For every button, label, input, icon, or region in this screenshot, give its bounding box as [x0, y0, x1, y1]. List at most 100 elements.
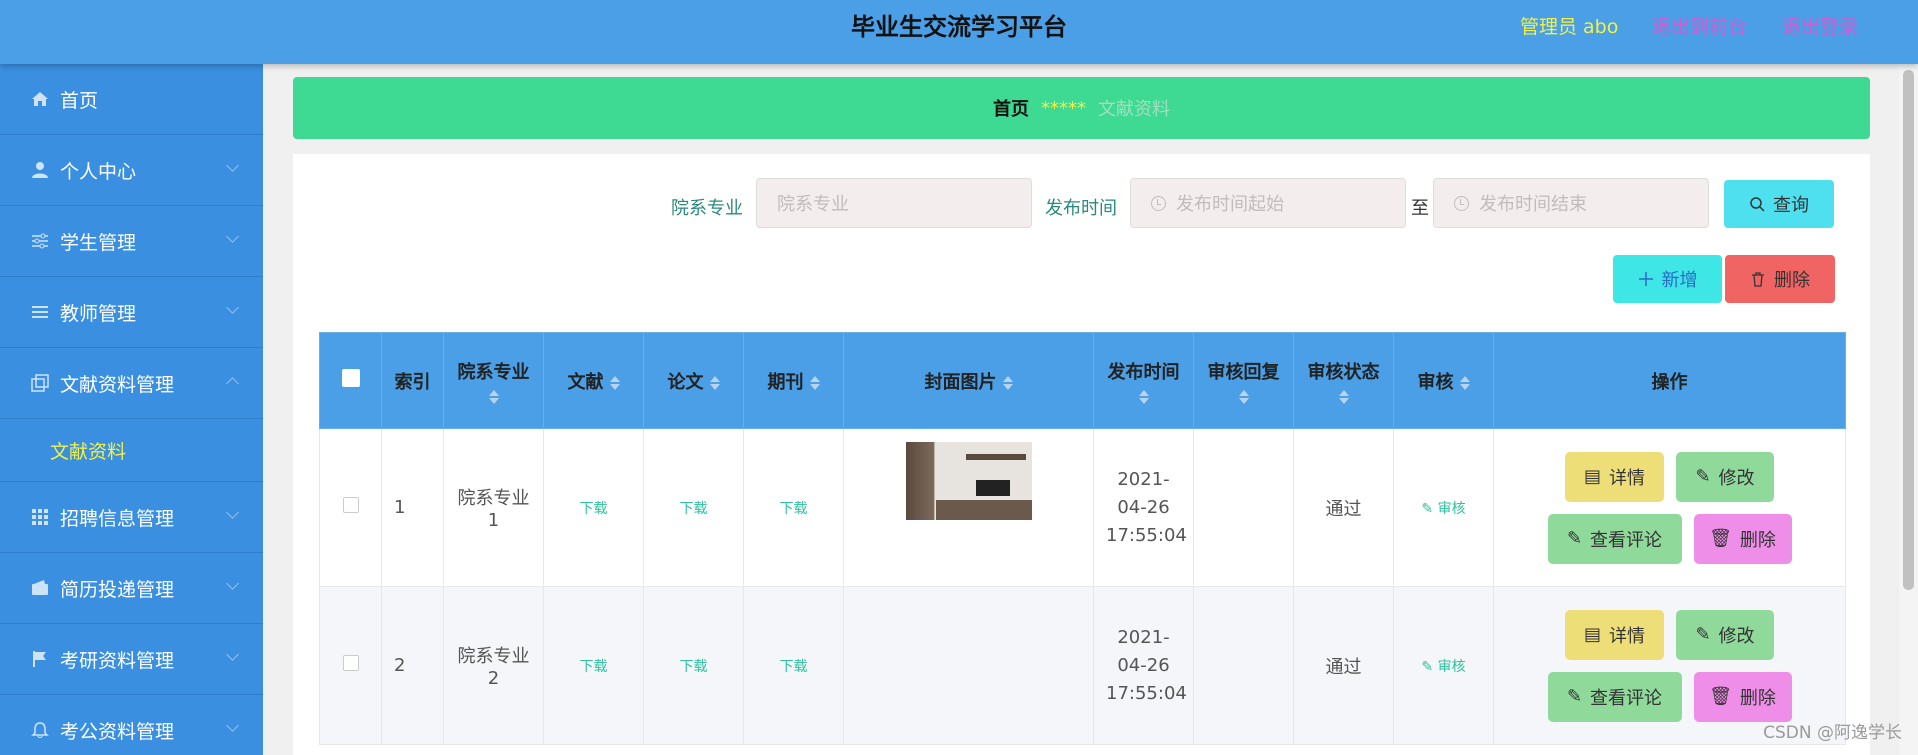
column-header-major[interactable]: 院系专业	[443, 332, 544, 429]
sort-icon[interactable]	[1138, 389, 1149, 404]
audit-link[interactable]: ✎ 审核	[1421, 501, 1465, 517]
sidebar-item-postgrad-mgmt[interactable]: 考研资料管理	[0, 624, 263, 695]
audit-reply-cell	[1193, 428, 1294, 587]
trash-icon: 🗑	[1709, 686, 1732, 707]
paper-cell: 下载	[643, 586, 744, 745]
publish-time-cell: 2021-04-26 17:55:04	[1093, 586, 1194, 745]
query-button[interactable]: 查询	[1724, 180, 1834, 228]
page-scrollbar[interactable]	[1899, 64, 1918, 755]
watermark: CSDN @阿逸学长	[1763, 723, 1902, 743]
sort-icon[interactable]	[1459, 375, 1470, 390]
home-icon	[30, 89, 50, 109]
sidebar-item-label: 个人中心	[60, 160, 137, 183]
sort-icon[interactable]	[1002, 375, 1013, 390]
sidebar-item-recruit-mgmt[interactable]: 招聘信息管理	[0, 482, 263, 553]
sort-icon[interactable]	[488, 389, 499, 404]
download-link[interactable]: 下载	[580, 501, 608, 517]
major-cell: 院系专业1	[443, 428, 544, 587]
audit-reply-cell	[1193, 586, 1294, 745]
detail-button[interactable]: ▤ 详情	[1565, 451, 1664, 502]
download-link[interactable]: 下载	[680, 501, 708, 517]
batch-delete-button[interactable]: 删除	[1725, 255, 1835, 303]
ops-cell: ▤ 详情 ✎ 修改 ✎ 查看评论 🗑 删除	[1493, 428, 1846, 587]
delete-row-button[interactable]: 🗑 删除	[1693, 513, 1792, 564]
row-checkbox[interactable]	[342, 655, 359, 671]
sort-icon[interactable]	[1338, 389, 1349, 404]
sidebar-item-label: 教师管理	[60, 302, 137, 325]
wallet-icon	[30, 578, 50, 598]
column-header-audit[interactable]: 审核	[1393, 332, 1494, 429]
scrollbar-thumb[interactable]	[1903, 70, 1914, 590]
column-header-journal[interactable]: 期刊	[743, 332, 844, 429]
sort-icon[interactable]	[809, 375, 820, 390]
column-header-label: 审核回复	[1207, 361, 1280, 383]
row-checkbox[interactable]	[342, 497, 359, 513]
edit-button[interactable]: ✎ 修改	[1676, 609, 1774, 660]
logout-link[interactable]: 退出登录	[1782, 0, 1858, 54]
column-header-label: 院系专业	[457, 361, 530, 383]
trash-icon	[1752, 272, 1764, 287]
download-link[interactable]: 下载	[780, 659, 808, 675]
column-header-label: 操作	[1651, 371, 1688, 393]
sliders-icon	[30, 231, 50, 251]
delete-row-button[interactable]: 🗑 删除	[1693, 671, 1792, 722]
publish-time-start-placeholder: 发布时间起始	[1176, 194, 1284, 215]
admin-user-label: 管理员 abo	[1520, 16, 1619, 38]
sidebar-item-label: 文献资料管理	[60, 373, 175, 396]
audit-link[interactable]: ✎ 审核	[1421, 659, 1465, 675]
delete-row-button-label: 删除	[1739, 529, 1776, 551]
sidebar-item-student-mgmt[interactable]: 学生管理	[0, 206, 263, 277]
sort-icon[interactable]	[1238, 389, 1249, 404]
sort-icon[interactable]	[609, 375, 620, 390]
column-header-publish-time[interactable]: 发布时间	[1093, 332, 1194, 429]
download-link[interactable]: 下载	[580, 659, 608, 675]
add-button[interactable]: 新增	[1613, 255, 1722, 303]
column-header-cover[interactable]: 封面图片	[843, 332, 1094, 429]
column-header-audit-reply[interactable]: 审核回复	[1193, 332, 1294, 429]
sidebar-item-civil-exam-mgmt[interactable]: 考公资料管理	[0, 695, 263, 755]
sidebar-subitem-literature[interactable]: 文献资料	[0, 419, 263, 482]
literature-table: 索引 院系专业 文献 论文 期刊 封面图片 发布时间 审核回复 审核状态 审核 …	[319, 332, 1846, 745]
edit-button-label: 修改	[1718, 625, 1755, 647]
clock-icon	[1151, 195, 1166, 211]
view-comments-button[interactable]: ✎ 查看评论	[1547, 513, 1682, 564]
column-header-index: 索引	[381, 332, 444, 429]
sidebar-item-home[interactable]: 首页	[0, 64, 263, 135]
publish-time-start-input[interactable]: 发布时间起始	[1130, 178, 1406, 228]
major-cell: 院系专业2	[443, 586, 544, 745]
table-header-row: 索引 院系专业 文献 论文 期刊 封面图片 发布时间 审核回复 审核状态 审核 …	[319, 332, 1846, 429]
view-comments-button[interactable]: ✎ 查看评论	[1547, 671, 1682, 722]
exit-to-front-link[interactable]: 退出到前台	[1652, 0, 1747, 54]
search-icon	[1750, 197, 1765, 212]
sidebar: 首页 个人中心 学生管理 教师管理 文献资料管理 文献资料 招聘信息管理 简历投…	[0, 64, 263, 755]
clock-icon	[1454, 195, 1469, 211]
edit-button[interactable]: ✎ 修改	[1676, 451, 1774, 502]
sidebar-item-resume-mgmt[interactable]: 简历投递管理	[0, 553, 263, 624]
column-header-label: 索引	[394, 371, 431, 393]
sidebar-item-teacher-mgmt[interactable]: 教师管理	[0, 277, 263, 348]
sidebar-item-label: 考公资料管理	[60, 720, 175, 743]
column-header-audit-status[interactable]: 审核状态	[1293, 332, 1394, 429]
sidebar-item-literature-mgmt[interactable]: 文献资料管理	[0, 348, 263, 419]
top-header: 毕业生交流学习平台 管理员 abo 退出到前台 退出登录	[0, 0, 1918, 64]
select-all-checkbox[interactable]	[341, 369, 360, 387]
breadcrumb-home[interactable]: 首页	[993, 95, 1029, 121]
index-cell: 1	[381, 428, 444, 587]
sort-icon[interactable]	[709, 375, 720, 390]
row-select-cell[interactable]	[319, 428, 382, 587]
download-link[interactable]: 下载	[780, 501, 808, 517]
sidebar-item-personal-center[interactable]: 个人中心	[0, 135, 263, 206]
row-select-cell[interactable]	[319, 586, 382, 745]
download-link[interactable]: 下载	[680, 659, 708, 675]
trash-icon: 🗑	[1709, 528, 1732, 549]
add-button-label: 新增	[1661, 270, 1698, 291]
major-search-input[interactable]: 院系专业	[756, 178, 1032, 228]
audit-link-label: 审核	[1437, 659, 1466, 675]
doc-cell: 下载	[543, 428, 644, 587]
pencil-icon: ✎	[1695, 466, 1711, 487]
column-header-doc[interactable]: 文献	[543, 332, 644, 429]
detail-button[interactable]: ▤ 详情	[1565, 609, 1664, 660]
select-all-header[interactable]	[319, 332, 382, 429]
column-header-paper[interactable]: 论文	[643, 332, 744, 429]
publish-time-end-input[interactable]: 发布时间结束	[1433, 178, 1709, 228]
